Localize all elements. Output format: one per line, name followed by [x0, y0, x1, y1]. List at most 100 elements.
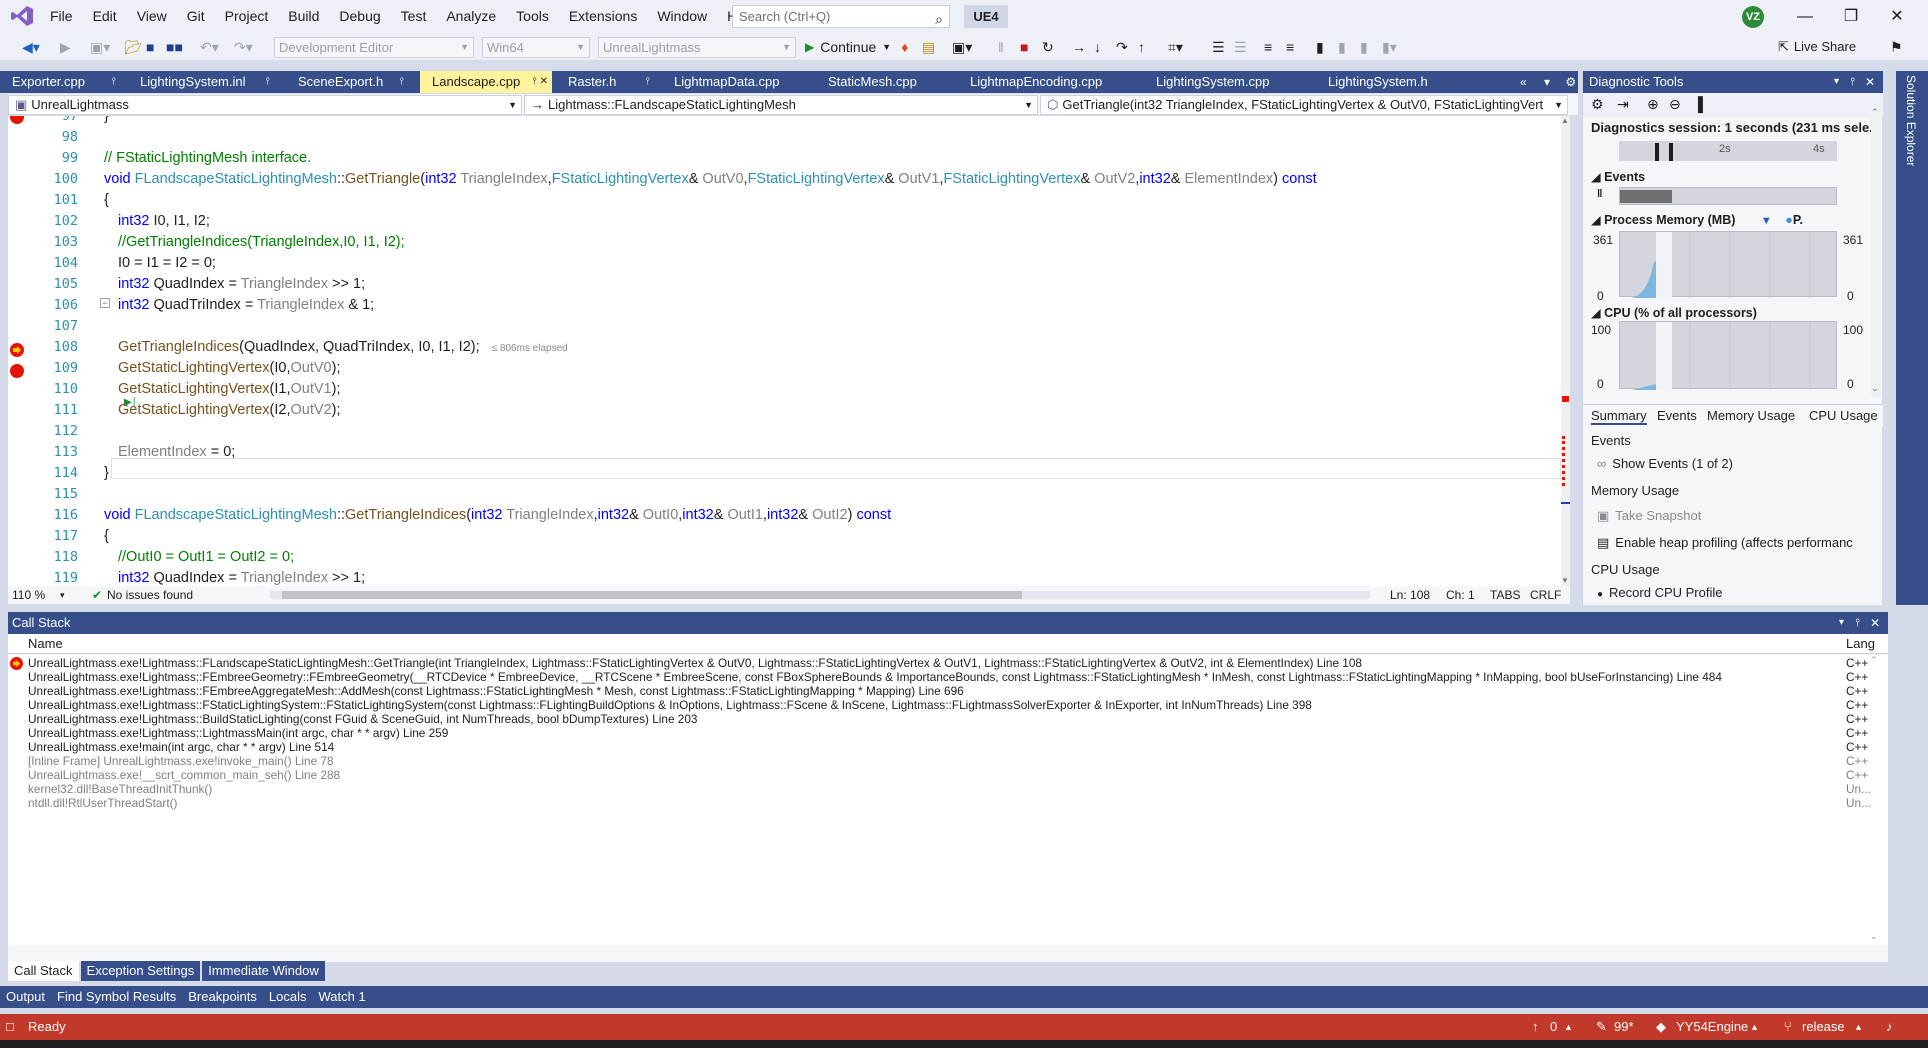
pin-icon[interactable]: ⫯: [1850, 71, 1855, 93]
menu-item-analyze[interactable]: Analyze: [436, 0, 506, 33]
dropdown-icon[interactable]: ▾: [1839, 612, 1844, 634]
code-line[interactable]: ElementIndex = 0;: [118, 442, 235, 463]
show-next-statement-icon[interactable]: →: [1072, 37, 1086, 57]
open-folder-icon[interactable]: 📂︎: [124, 37, 142, 57]
document-tab[interactable]: Landscape.cpp ⫯ ✕: [420, 71, 552, 93]
notifications-bell-icon[interactable]: ♪: [1886, 1014, 1893, 1040]
solution-explorer-tab[interactable]: Solution Explorer: [1896, 71, 1928, 605]
restore-button[interactable]: ❐: [1828, 0, 1874, 33]
solution-name-badge[interactable]: UE4: [964, 5, 1008, 28]
break-all-icon[interactable]: ‖: [998, 37, 1004, 57]
bookmark-icon[interactable]: ▮: [1316, 37, 1324, 57]
menu-item-edit[interactable]: Edit: [83, 0, 127, 33]
scroll-up-icon[interactable]: ⌃: [1870, 655, 1878, 666]
chevron-down-icon[interactable]: ▾: [60, 586, 65, 604]
code-line[interactable]: }: [104, 463, 109, 484]
scroll-up-icon[interactable]: ⌃: [1871, 107, 1879, 118]
menu-item-view[interactable]: View: [127, 0, 177, 33]
attach-icon[interactable]: ▤: [922, 37, 935, 57]
pin-icon[interactable]: ⫯ ✕: [532, 71, 548, 93]
selection-start-marker[interactable]: [1655, 143, 1659, 161]
code-line[interactable]: //OutI0 = OutI1 = OutI2 = 0;: [118, 547, 294, 568]
outdent-icon[interactable]: ≡: [1264, 37, 1272, 57]
cpu-chart[interactable]: [1619, 321, 1837, 390]
zoom-level[interactable]: 110 %: [12, 586, 45, 604]
code-line[interactable]: I0 = I1 = I2 = 0;: [118, 253, 216, 274]
current-statement-breakpoint-icon[interactable]: [10, 343, 24, 357]
continue-button[interactable]: ▶ Continue ▼ ♦: [805, 37, 908, 57]
code-line[interactable]: GetStaticLightingVertex(I1,OutV1);: [118, 379, 340, 400]
pin-icon[interactable]: ⫯: [1855, 612, 1860, 634]
code-line[interactable]: {: [104, 526, 109, 547]
tab-overflow-icon[interactable]: «: [1520, 75, 1527, 89]
call-stack-scrollbar[interactable]: ⌃ ⌄: [1870, 655, 1882, 945]
menu-item-file[interactable]: File: [40, 0, 83, 33]
menu-item-tools[interactable]: Tools: [506, 0, 559, 33]
events-section-header[interactable]: ◢ Events: [1591, 169, 1645, 184]
code-line[interactable]: void FLandscapeStaticLightingMesh::GetTr…: [104, 169, 1317, 190]
close-icon[interactable]: ✕: [1870, 612, 1880, 634]
process-memory-section-header[interactable]: ◢ Process Memory (MB) ▼ ●P.: [1591, 212, 1803, 227]
pending-changes[interactable]: 99*: [1614, 1014, 1634, 1040]
chevron-up-icon[interactable]: ▲: [1854, 1014, 1863, 1040]
menu-item-test[interactable]: Test: [391, 0, 437, 33]
prev-bookmark-icon[interactable]: ▮: [1338, 37, 1346, 57]
scroll-down-icon[interactable]: ▼: [1561, 576, 1569, 585]
indent-mode[interactable]: TABS: [1490, 586, 1520, 604]
menu-item-debug[interactable]: Debug: [329, 0, 390, 33]
heap-profiling-toggle[interactable]: ▤ Enable heap profiling (affects performa…: [1597, 535, 1853, 551]
live-share-button[interactable]: ⇱ Live Share: [1778, 37, 1856, 57]
pin-icon[interactable]: ⫯: [266, 71, 270, 93]
diag-scrollbar[interactable]: ⌃ ⌄: [1871, 107, 1881, 397]
document-tab[interactable]: LightingSystem.h: [1316, 71, 1486, 93]
issues-status[interactable]: No issues found: [107, 586, 193, 604]
code-line[interactable]: int32 QuadTriIndex = TriangleIndex & 1;: [118, 295, 374, 316]
pause-icon[interactable]: ‖: [1597, 188, 1602, 200]
indent-icon[interactable]: ≡: [1286, 37, 1294, 57]
timeline-ruler[interactable]: 2s 4s: [1619, 141, 1837, 161]
close-button[interactable]: ✕: [1874, 0, 1920, 33]
code-line[interactable]: void FLandscapeStaticLightingMesh::GetTr…: [104, 505, 891, 526]
document-tab[interactable]: LightmapEncoding.cpp: [958, 71, 1138, 93]
tab-locals[interactable]: Locals: [263, 986, 313, 1008]
visual-studio-logo-icon[interactable]: [10, 5, 34, 27]
step-out-icon[interactable]: ↑: [1138, 37, 1145, 57]
menu-item-build[interactable]: Build: [278, 0, 329, 33]
platform-select[interactable]: Win64 ▼: [482, 37, 590, 58]
startup-project-select[interactable]: UnrealLightmass ▼: [598, 37, 796, 58]
record-cpu-profile-button[interactable]: ● Record CPU Profile: [1597, 585, 1722, 600]
tab-find-symbol-results[interactable]: Find Symbol Results: [51, 986, 182, 1008]
pin-icon[interactable]: ⫯: [112, 71, 116, 93]
chevron-up-icon[interactable]: ▲: [1564, 1014, 1573, 1040]
code-line[interactable]: //GetTriangleIndices(TriangleIndex,I0, I…: [118, 232, 405, 253]
call-stack-row[interactable]: ntdll.dll!RtlUserThreadStart() Un...: [8, 795, 1888, 812]
document-tab[interactable]: Exporter.cpp ⫯: [0, 71, 122, 93]
tab-watch-1[interactable]: Watch 1: [312, 986, 371, 1008]
tab-cpu-usage[interactable]: CPU Usage: [1809, 408, 1878, 423]
chevron-up-icon[interactable]: ▲: [1750, 1014, 1759, 1040]
code-line[interactable]: int32 I0, I1, I2;: [118, 211, 210, 232]
editor-vertical-scrollbar[interactable]: ▲ ▼: [1561, 116, 1570, 586]
zoom-out-icon[interactable]: ⊖: [1669, 96, 1681, 113]
selection-end-marker[interactable]: [1669, 143, 1673, 161]
line-endings[interactable]: CRLF: [1530, 586, 1561, 604]
redo-icon[interactable]: ↷▾: [234, 37, 253, 57]
document-tab[interactable]: LightingSystem.inl ⫯: [128, 71, 276, 93]
project-scope-select[interactable]: ▣ UnrealLightmass ▼: [8, 95, 522, 115]
take-snapshot-button[interactable]: ▣ Take Snapshot: [1597, 508, 1701, 524]
code-line[interactable]: {: [104, 190, 109, 211]
next-bookmark-icon[interactable]: ▮: [1360, 37, 1368, 57]
save-all-icon[interactable]: ■■: [166, 37, 183, 57]
line-indicator[interactable]: Ln: 108: [1390, 586, 1430, 604]
tab-breakpoints[interactable]: Breakpoints: [182, 986, 263, 1008]
zoom-in-icon[interactable]: ⊕: [1647, 96, 1659, 113]
code-editor[interactable]: 97 98 99 100 101 102 103 104 105 106 107 108 109 110 1…: [8, 116, 1570, 586]
code-line[interactable]: GetTriangleIndices(QuadIndex, QuadTriInd…: [118, 337, 568, 359]
show-events-link[interactable]: ∞ Show Events (1 of 2): [1597, 456, 1733, 471]
column-name[interactable]: Name: [28, 634, 63, 654]
hex-display-icon[interactable]: ⌗▾: [1168, 37, 1183, 57]
undo-icon[interactable]: ↶▾: [200, 37, 219, 57]
tab-output[interactable]: Output: [0, 986, 51, 1008]
code-line[interactable]: int32 QuadIndex = TriangleIndex >> 1;: [118, 274, 365, 295]
threads-icon[interactable]: ☰: [1212, 37, 1225, 57]
